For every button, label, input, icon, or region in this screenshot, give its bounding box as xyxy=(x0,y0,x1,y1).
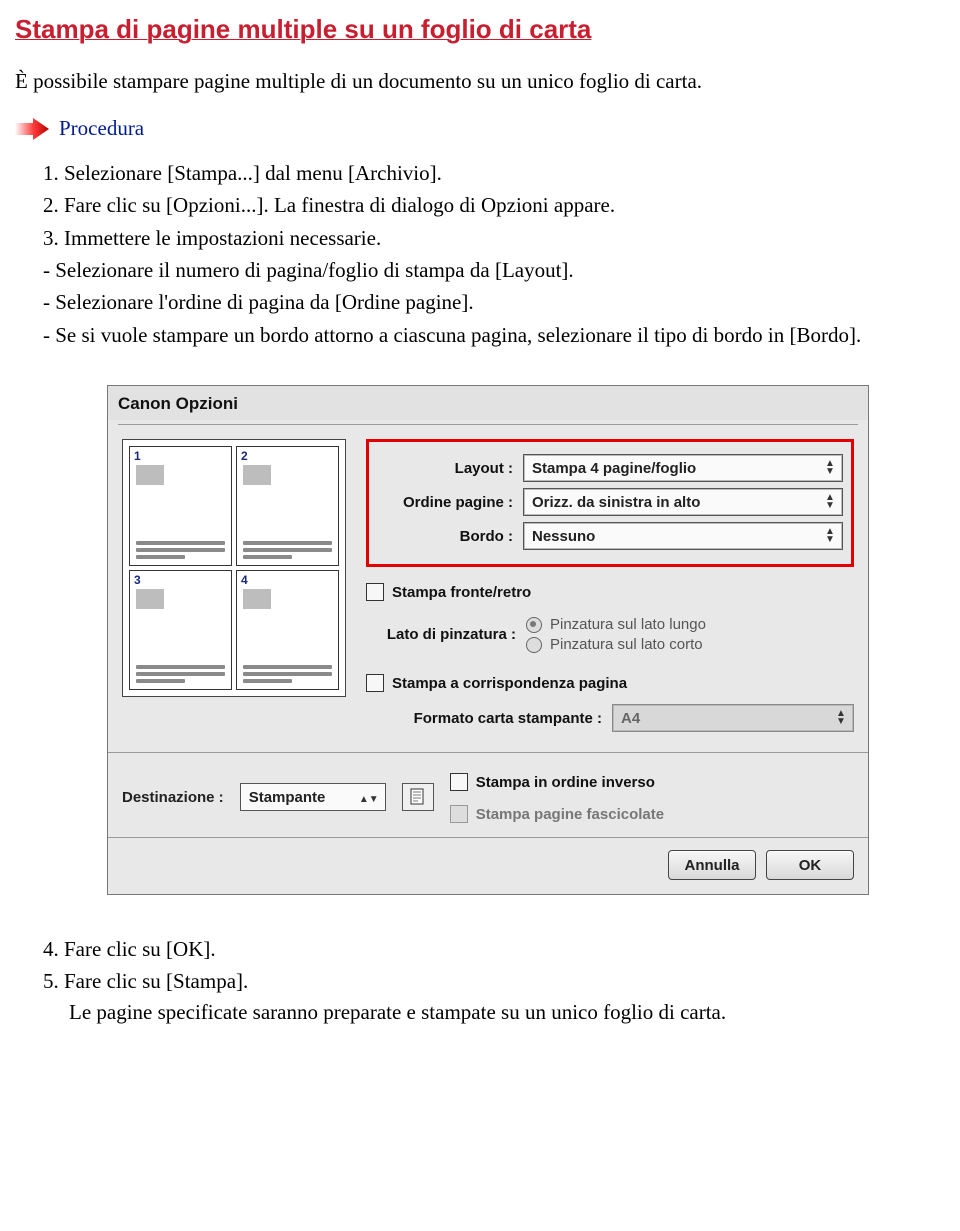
end-steps-list: 4. Fare clic su [OK]. 5. Fare clic su [S… xyxy=(43,935,945,996)
step-3: 3. Immettere le impostazioni necessarie. xyxy=(43,224,945,252)
step-5: 5. Fare clic su [Stampa]. xyxy=(43,967,945,995)
page-title: Stampa di pagine multiple su un foglio d… xyxy=(15,14,945,45)
save-to-file-button[interactable] xyxy=(402,783,434,811)
divider xyxy=(118,424,858,425)
border-value: Nessuno xyxy=(532,528,595,545)
stepper-icon: ▲▼ xyxy=(359,789,379,806)
step-1: 1. Selezionare [Stampa...] dal menu [Arc… xyxy=(43,159,945,187)
binding-long-edge-radio[interactable]: Pinzatura sul lato lungo xyxy=(526,616,854,633)
steps-list: 1. Selezionare [Stampa...] dal menu [Arc… xyxy=(43,159,945,349)
duplex-checkbox[interactable]: Stampa fronte/retro xyxy=(366,583,854,601)
printer-paper-dropdown: A4 ▲▼ xyxy=(612,704,854,732)
fit-to-page-checkbox[interactable]: Stampa a corrispondenza pagina xyxy=(366,674,854,692)
preview-page-number: 1 xyxy=(134,449,141,463)
options-dialog: Canon Opzioni 1 2 3 4 xyxy=(107,385,869,895)
radio-icon xyxy=(526,637,542,653)
checkbox-icon xyxy=(450,805,468,823)
checkbox-icon xyxy=(366,583,384,601)
preview-page-2: 2 xyxy=(236,446,339,566)
duplex-label: Stampa fronte/retro xyxy=(392,584,531,601)
step-3a: - Selezionare il numero di pagina/foglio… xyxy=(43,256,945,284)
procedure-label: Procedura xyxy=(59,116,144,141)
binding-short-edge-radio[interactable]: Pinzatura sul lato corto xyxy=(526,636,854,653)
dialog-title: Canon Opzioni xyxy=(108,386,868,420)
binding-long-label: Pinzatura sul lato lungo xyxy=(550,616,706,633)
preview-page-number: 2 xyxy=(241,449,248,463)
destination-label: Destinazione : xyxy=(122,789,224,806)
preview-page-number: 3 xyxy=(134,573,141,587)
border-dropdown[interactable]: Nessuno ▲▼ xyxy=(523,522,843,550)
collate-checkbox: Stampa pagine fascicolate xyxy=(450,805,854,823)
intro-paragraph: È possibile stampare pagine multiple di … xyxy=(15,69,945,94)
printer-paper-label: Formato carta stampante : xyxy=(366,710,602,727)
destination-dropdown[interactable]: Stampante ▲▼ xyxy=(240,783,386,811)
page-order-label: Ordine pagine : xyxy=(377,494,513,511)
destination-value: Stampante xyxy=(249,789,326,806)
checkbox-icon xyxy=(366,674,384,692)
reverse-order-checkbox[interactable]: Stampa in ordine inverso xyxy=(450,773,854,791)
step-3c: - Se si vuole stampare un bordo attorno … xyxy=(43,321,945,349)
checkbox-icon xyxy=(450,773,468,791)
preview-page-3: 3 xyxy=(129,570,232,690)
layout-value: Stampa 4 pagine/foglio xyxy=(532,460,696,477)
document-icon xyxy=(409,788,427,806)
preview-page-1: 1 xyxy=(129,446,232,566)
border-label: Bordo : xyxy=(377,528,513,545)
reverse-label: Stampa in ordine inverso xyxy=(476,774,655,791)
printer-paper-value: A4 xyxy=(621,710,640,727)
collate-label: Stampa pagine fascicolate xyxy=(476,806,664,823)
ok-button[interactable]: OK xyxy=(766,850,854,880)
step-4: 4. Fare clic su [OK]. xyxy=(43,935,945,963)
radio-icon xyxy=(526,617,542,633)
stepper-icon: ▲▼ xyxy=(824,529,836,543)
cancel-button[interactable]: Annulla xyxy=(668,850,756,880)
layout-label: Layout : xyxy=(377,460,513,477)
page-order-dropdown[interactable]: Orizz. da sinistra in alto ▲▼ xyxy=(523,488,843,516)
step-2: 2. Fare clic su [Opzioni...]. La finestr… xyxy=(43,191,945,219)
highlighted-layout-group: Layout : Stampa 4 pagine/foglio ▲▼ Ordin… xyxy=(366,439,854,567)
preview-page-number: 4 xyxy=(241,573,248,587)
layout-preview: 1 2 3 4 xyxy=(122,439,346,697)
step-3b: - Selezionare l'ordine di pagina da [Ord… xyxy=(43,288,945,316)
arrow-right-icon xyxy=(15,118,49,140)
procedure-heading: Procedura xyxy=(15,116,945,141)
stepper-icon: ▲▼ xyxy=(824,495,836,509)
end-note: Le pagine specificate saranno preparate … xyxy=(69,1000,945,1025)
stepper-icon: ▲▼ xyxy=(824,461,836,475)
page-order-value: Orizz. da sinistra in alto xyxy=(532,494,700,511)
stepper-icon: ▲▼ xyxy=(835,711,847,725)
layout-dropdown[interactable]: Stampa 4 pagine/foglio ▲▼ xyxy=(523,454,843,482)
binding-short-label: Pinzatura sul lato corto xyxy=(550,636,703,653)
binding-label: Lato di pinzatura : xyxy=(366,626,516,643)
preview-page-4: 4 xyxy=(236,570,339,690)
fit-label: Stampa a corrispondenza pagina xyxy=(392,675,627,692)
